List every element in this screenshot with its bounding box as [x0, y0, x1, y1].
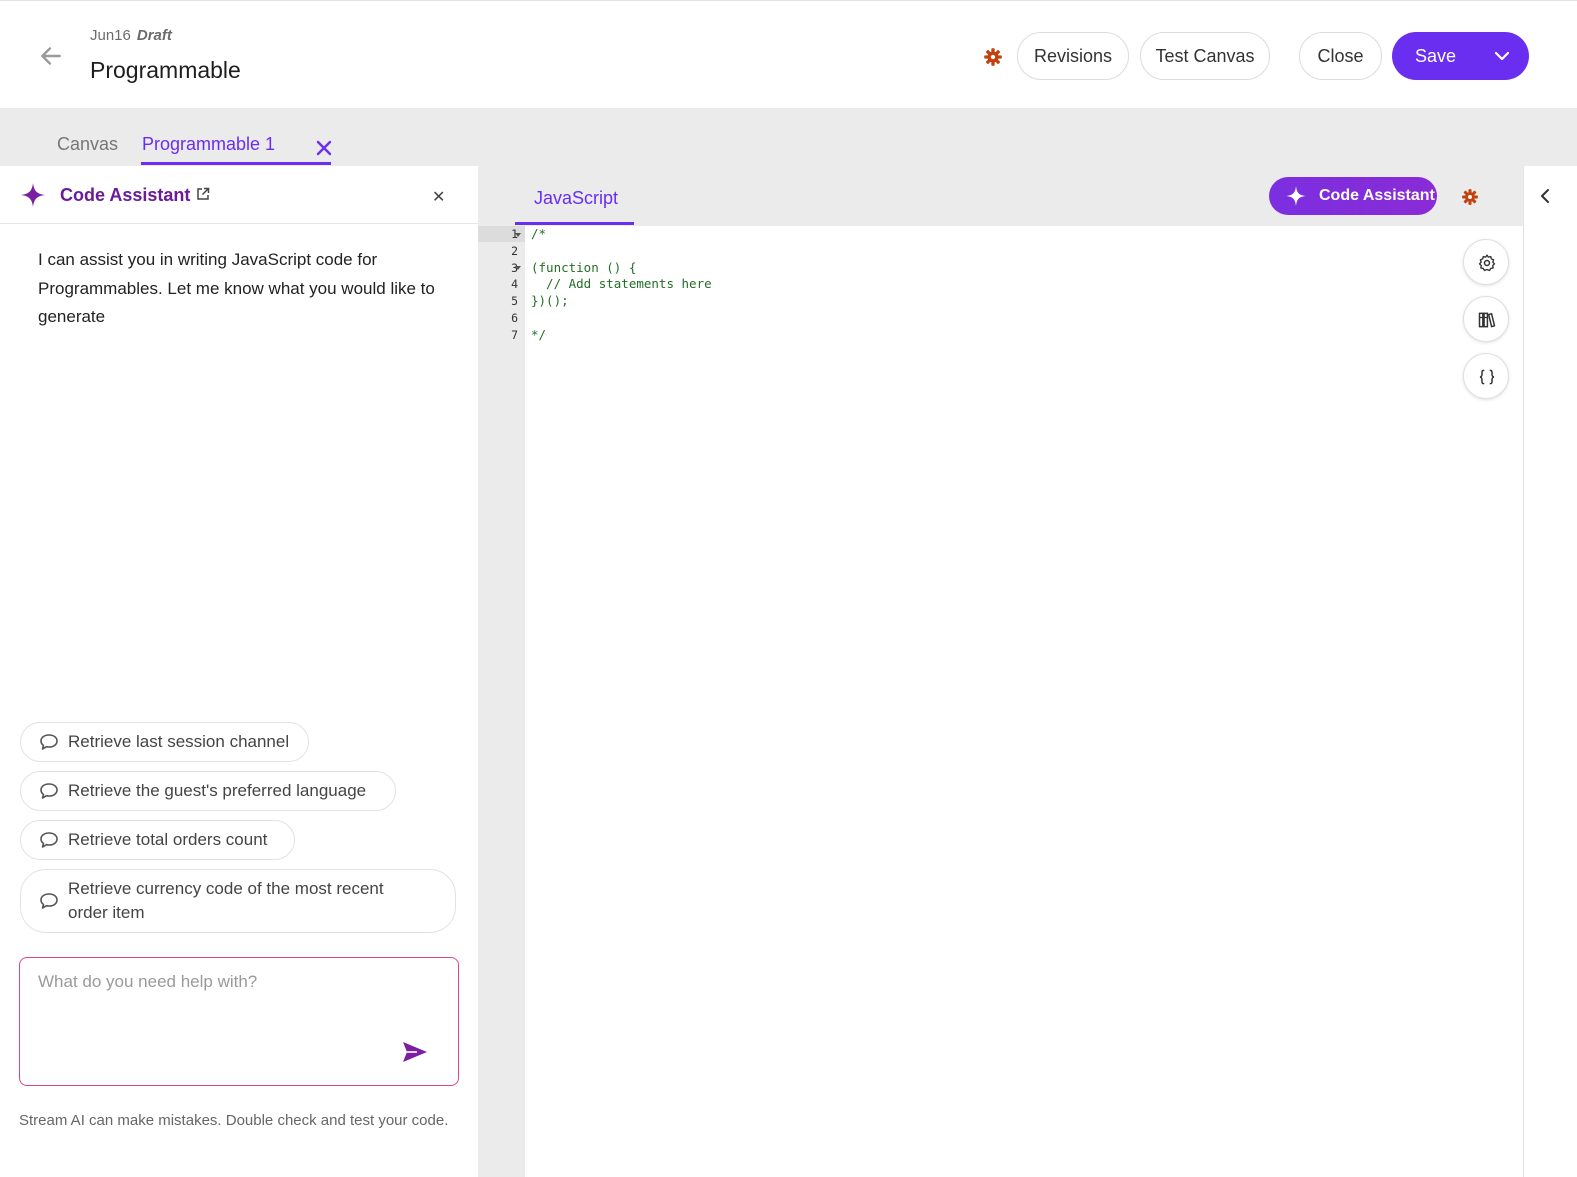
draft-meta: Jun16 Draft	[90, 27, 172, 44]
settings-gear-icon[interactable]	[983, 47, 1003, 67]
save-button-label: Save	[1415, 45, 1457, 66]
editor-settings-gear-icon[interactable]	[1461, 188, 1479, 206]
library-books-icon	[1478, 312, 1496, 328]
sparkle-icon	[21, 183, 45, 207]
line-number-gutter	[478, 226, 525, 1177]
close-assistant-icon[interactable]: ✕	[432, 187, 445, 207]
top-bar: Jun16 Draft Programmable Revisions Test C…	[0, 0, 1577, 108]
external-link-icon[interactable]	[196, 187, 210, 201]
close-tab-icon[interactable]	[316, 140, 332, 156]
fold-arrow-icon[interactable]	[515, 232, 521, 238]
active-editor-tab-indicator	[515, 222, 634, 225]
line-number: 7	[511, 328, 518, 342]
chevron-left-icon[interactable]	[1538, 188, 1552, 204]
code-line[interactable]: */	[531, 327, 546, 342]
snippets-button[interactable]	[1463, 353, 1509, 399]
draft-status: Draft	[136, 27, 172, 44]
send-icon[interactable]	[401, 1040, 429, 1064]
test-canvas-button[interactable]: Test Canvas	[1140, 32, 1270, 80]
chat-bubble-icon	[40, 832, 58, 848]
line-number: 6	[511, 311, 518, 325]
gear-outline-icon	[1478, 254, 1496, 272]
code-line[interactable]: (function () {	[531, 260, 636, 275]
suggestion-text: Retrieve the guest's preferred language	[68, 781, 367, 800]
chat-bubble-icon	[40, 734, 58, 750]
suggestion-chip[interactable]: Retrieve the guest's preferred language	[20, 771, 396, 811]
chat-bubble-icon	[40, 783, 58, 799]
code-assistant-button[interactable]: Code Assistant	[1269, 177, 1437, 215]
code-assistant-button-label: Code Assistant	[1319, 187, 1435, 204]
active-tab-indicator	[141, 162, 331, 165]
revisions-button[interactable]: Revisions	[1017, 32, 1129, 80]
code-line[interactable]: })();	[531, 293, 569, 308]
save-button[interactable]: Save	[1392, 32, 1529, 80]
sparkle-icon	[1286, 186, 1306, 206]
assistant-prompt-input[interactable]	[38, 972, 438, 1032]
line-number: 1	[511, 227, 518, 241]
back-arrow-icon[interactable]	[38, 43, 64, 69]
editor-settings-button[interactable]	[1463, 239, 1509, 285]
code-assistant-panel: Code Assistant ✕ I can assist you in wri…	[0, 166, 478, 1177]
line-number: 2	[511, 244, 518, 258]
library-button[interactable]	[1463, 296, 1509, 342]
assistant-intro-message: I can assist you in writing JavaScript c…	[38, 250, 435, 326]
suggestion-chip[interactable]: Retrieve last session channel	[20, 722, 309, 762]
suggestion-chip[interactable]: Retrieve total orders count	[20, 820, 295, 860]
line-number: 5	[511, 294, 518, 308]
tab-bar: Canvas Programmable 1	[0, 108, 1577, 166]
curly-braces-icon	[1479, 369, 1495, 385]
assistant-header: Code Assistant ✕	[0, 166, 478, 224]
chat-bubble-icon	[40, 893, 58, 909]
editor-tab-bar: JavaScript Code Assistant	[478, 166, 1523, 226]
assistant-title: Code Assistant	[60, 185, 191, 205]
right-collapse-strip	[1523, 166, 1577, 1177]
chevron-down-icon[interactable]	[1493, 48, 1511, 64]
tab-programmable-1[interactable]: Programmable 1	[142, 134, 275, 155]
code-line[interactable]: // Add statements here	[531, 276, 712, 291]
assistant-input-box	[19, 957, 459, 1086]
tab-canvas[interactable]: Canvas	[57, 134, 118, 155]
suggestion-chip[interactable]: Retrieve currency code of the most recen…	[20, 869, 456, 933]
tab-javascript[interactable]: JavaScript	[534, 188, 618, 209]
suggestion-text: Retrieve last session channel	[68, 732, 290, 751]
code-line[interactable]: /*	[531, 226, 546, 241]
code-editor-area: JavaScript Code Assistant 1 2 3 4 5 6 7 …	[478, 166, 1523, 1177]
close-button[interactable]: Close	[1299, 32, 1382, 80]
fold-arrow-icon[interactable]	[515, 265, 521, 271]
suggestion-text: Retrieve total orders count	[68, 830, 268, 849]
suggestion-text: Retrieve currency code of the most recen…	[68, 879, 384, 922]
ai-disclaimer: Stream AI can make mistakes. Double chec…	[19, 1112, 449, 1129]
line-number: 4	[511, 277, 518, 291]
line-number: 3	[511, 261, 518, 275]
draft-date: Jun16	[90, 27, 131, 44]
page-title: Programmable	[90, 57, 241, 83]
